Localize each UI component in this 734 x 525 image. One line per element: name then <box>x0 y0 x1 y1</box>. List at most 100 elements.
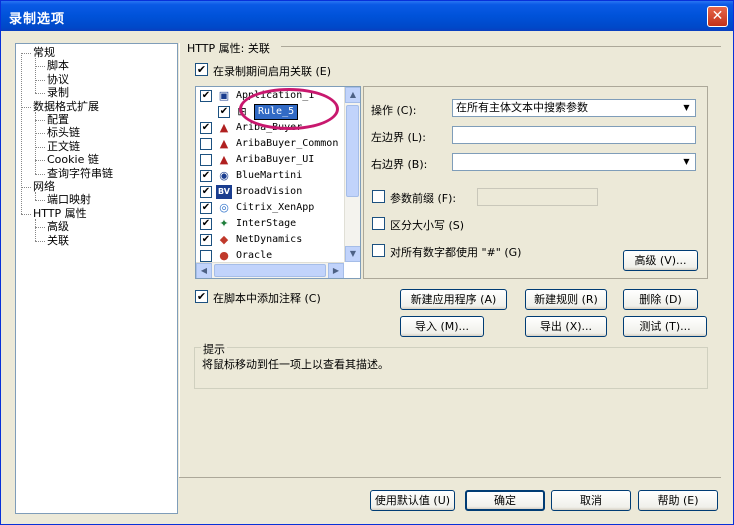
row-label: NetDynamics <box>236 234 303 245</box>
row-checkbox[interactable]: ✔ <box>200 186 212 198</box>
enable-correlation-label: 在录制期间启用关联 (E) <box>213 65 332 78</box>
tree-item[interactable]: 数据格式扩展 <box>33 100 99 113</box>
row-checkbox[interactable]: ✔ <box>200 218 212 230</box>
row-checkbox[interactable] <box>200 138 212 150</box>
tree-item[interactable]: 协议 <box>47 73 69 86</box>
footer-divider <box>179 477 721 478</box>
row-checkbox[interactable]: ✔ <box>218 106 230 118</box>
tree-item[interactable]: 脚本 <box>47 59 69 72</box>
case-sensitive-checkbox[interactable] <box>372 217 385 230</box>
tree-connector <box>35 66 45 68</box>
chevron-down-icon[interactable]: ▼ <box>679 155 694 169</box>
app-icon: ▣ <box>218 89 230 102</box>
ok-button[interactable]: 确定 <box>465 490 545 511</box>
test-button[interactable]: 测试 (T)... <box>623 316 707 337</box>
row-label: BlueMartini <box>236 170 303 181</box>
ariba-icon: ▲ <box>219 137 229 150</box>
row-checkbox[interactable] <box>200 154 212 166</box>
enable-correlation-checkbox[interactable]: ✔ <box>195 63 208 76</box>
operation-select[interactable]: 在所有主体文本中搜索参数 ▼ <box>452 99 696 117</box>
row-checkbox[interactable]: ✔ <box>200 122 212 134</box>
left-boundary-input[interactable] <box>452 126 696 144</box>
row-checkbox[interactable] <box>200 250 212 262</box>
delete-button[interactable]: 删除 (D) <box>623 289 698 310</box>
row-checkbox[interactable]: ✔ <box>200 170 212 182</box>
highlight-ellipse <box>239 88 339 130</box>
tree-trunk-line <box>21 53 22 214</box>
param-prefix-checkbox[interactable] <box>372 190 385 203</box>
tree-connector <box>35 79 45 81</box>
advanced-button[interactable]: 高级 (V)... <box>623 250 698 271</box>
tree-branch-line <box>35 58 36 94</box>
use-defaults-button[interactable]: 使用默认值 (U) <box>370 490 455 511</box>
new-application-button[interactable]: 新建应用程序 (A) <box>400 289 507 310</box>
hint-text: 将鼠标移动到任一项上以查看其描述。 <box>202 358 389 371</box>
scroll-thumb[interactable] <box>346 105 359 197</box>
application-row[interactable]: ✔ ✦ InterStage <box>196 216 346 232</box>
window-title: 录制选项 <box>9 12 66 27</box>
application-row[interactable]: ✔ ◎ Citrix_XenApp <box>196 200 346 216</box>
case-sensitive-label: 区分大小写 (S) <box>390 219 465 232</box>
tree-branch-line <box>35 111 36 174</box>
vertical-scrollbar[interactable]: ▲ ▼ <box>344 87 360 262</box>
row-label: Oracle <box>236 250 273 261</box>
use-hash-label: 对所有数字都使用 "#" (G) <box>390 246 522 259</box>
application-row[interactable]: ✔ BV BroadVision <box>196 184 346 200</box>
import-button[interactable]: 导入 (M)... <box>400 316 484 337</box>
row-checkbox[interactable]: ✔ <box>200 234 212 246</box>
new-rule-button[interactable]: 新建规则 (R) <box>525 289 607 310</box>
tree-item[interactable]: 配置 <box>47 113 69 126</box>
tree-item[interactable]: 正文链 <box>47 140 80 153</box>
scroll-up-icon[interactable]: ▲ <box>345 87 360 103</box>
application-row[interactable]: ✔ ◉ BlueMartini <box>196 168 346 184</box>
tree-item[interactable]: 端口映射 <box>47 193 91 206</box>
tree-item[interactable]: 录制 <box>47 86 69 99</box>
right-boundary-select[interactable]: ▼ <box>452 153 696 171</box>
tree-connector <box>35 146 45 148</box>
tree-connector <box>35 120 45 121</box>
export-button[interactable]: 导出 (X)... <box>525 316 607 337</box>
tree-connector <box>35 173 45 175</box>
row-checkbox[interactable]: ✔ <box>200 90 212 102</box>
tree-item[interactable]: 网络 <box>33 180 55 193</box>
help-button[interactable]: 帮助 (E) <box>638 490 718 511</box>
row-label: BroadVision <box>236 186 303 197</box>
tree-item[interactable]: Cookie 链 <box>47 153 99 166</box>
scroll-left-icon[interactable]: ◀ <box>196 263 212 278</box>
chevron-down-icon[interactable]: ▼ <box>679 101 694 115</box>
hint-title: 提示 <box>201 341 227 357</box>
tree-item[interactable]: 常规 <box>33 46 55 59</box>
close-button[interactable]: ✕ <box>707 6 728 27</box>
row-label: Citrix_XenApp <box>236 202 315 213</box>
options-tree[interactable]: 常规 脚本 协议 录制 数据格式扩展 配置 标头链 正文链 Cookie 链查询字符串链 网络 端口… <box>15 43 178 514</box>
scroll-right-icon[interactable]: ▶ <box>328 263 344 278</box>
row-checkbox[interactable]: ✔ <box>200 202 212 214</box>
tree-item[interactable]: 高级 <box>47 220 69 233</box>
tree-connector <box>35 133 45 135</box>
application-row[interactable]: ✔ ◆ NetDynamics <box>196 232 346 248</box>
section-title: HTTP 属性: 关联 <box>187 42 270 55</box>
recording-options-dialog: 录制选项 ✕ 常规 脚本 协议 录制 数据格式扩展 配置 标头链 正文链 Cookie 链查询字… <box>0 0 734 525</box>
application-row[interactable]: ▲ AribaBuyer_Common <box>196 136 346 152</box>
scroll-down-icon[interactable]: ▼ <box>345 246 360 262</box>
operation-value: 在所有主体文本中搜索参数 <box>456 101 588 114</box>
tree-connector <box>35 160 45 162</box>
tree-connector <box>21 53 31 54</box>
title-bar[interactable]: 录制选项 ✕ <box>1 1 733 31</box>
tree-item[interactable]: 标头链 <box>47 126 80 139</box>
row-label: AribaBuyer_Common <box>236 138 339 149</box>
application-row[interactable]: ▲ AribaBuyer_UI <box>196 152 346 168</box>
tree-item[interactable]: 关联 <box>47 234 69 247</box>
add-comment-checkbox[interactable]: ✔ <box>195 290 208 303</box>
ariba-icon: ▲ <box>219 121 229 134</box>
tree-connector <box>35 227 45 229</box>
tree-item[interactable]: HTTP 属性 <box>33 207 87 220</box>
horizontal-scrollbar[interactable]: ◀ ▶ <box>196 262 344 278</box>
tree-item[interactable]: 查询字符串链 <box>47 167 113 180</box>
use-hash-checkbox[interactable] <box>372 244 385 257</box>
hscroll-thumb[interactable] <box>214 264 326 277</box>
tree-connector <box>21 187 31 188</box>
cancel-button[interactable]: 取消 <box>551 490 631 511</box>
param-prefix-label: 参数前缀 (F): <box>390 192 457 205</box>
param-prefix-input[interactable] <box>477 188 598 206</box>
